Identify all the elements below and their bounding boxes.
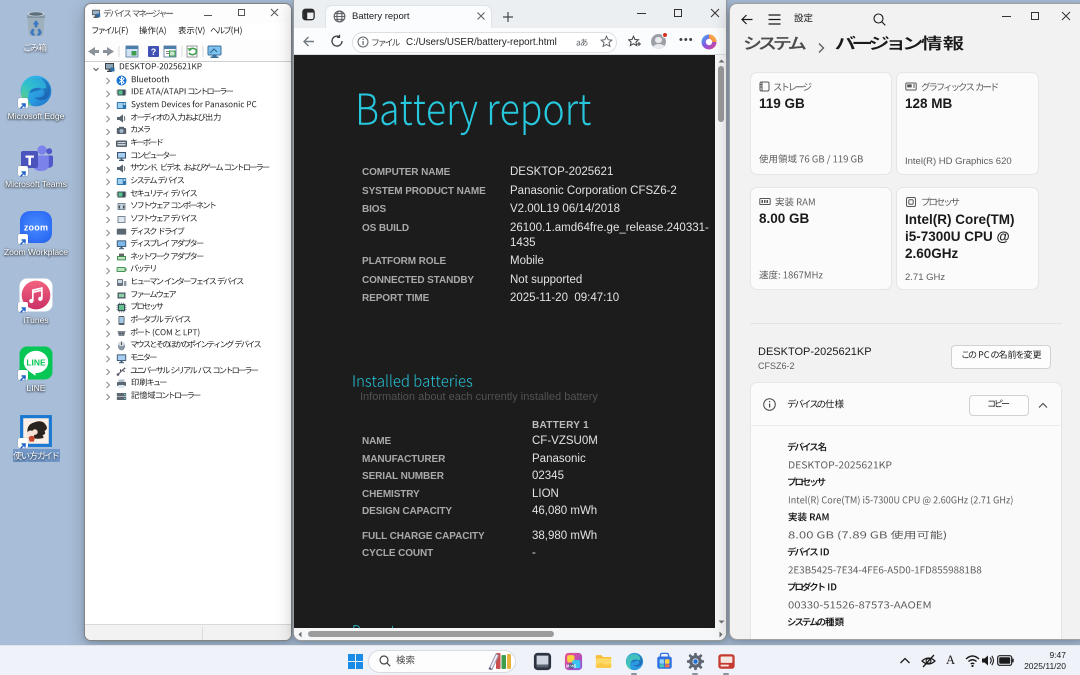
svg-text:?: ?	[151, 47, 157, 57]
svg-text:zoom: zoom	[24, 223, 48, 233]
svg-text:M365: M365	[566, 664, 577, 669]
svg-text:LINE: LINE	[26, 358, 46, 368]
